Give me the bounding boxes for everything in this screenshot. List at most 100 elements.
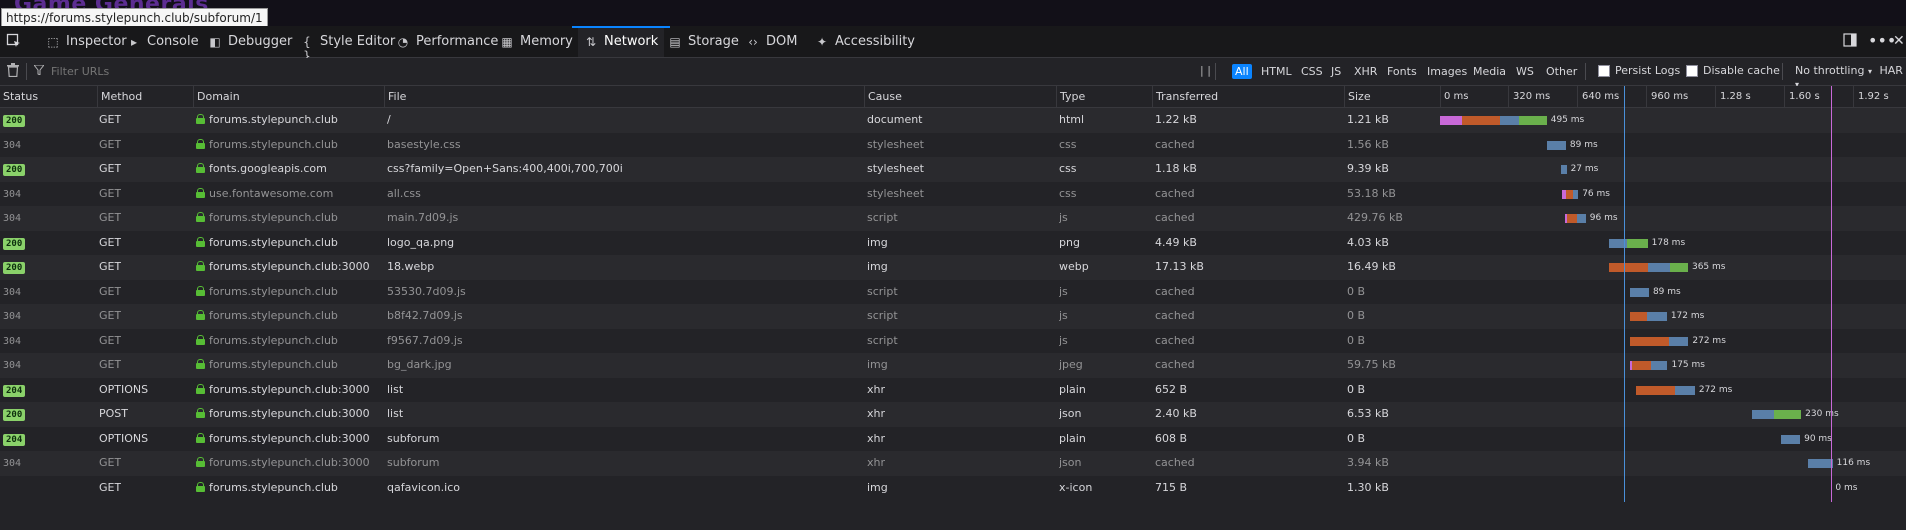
timing-blocked	[1440, 116, 1462, 125]
tab-console[interactable]: ▸ Console	[127, 26, 199, 57]
network-icon: ⇅	[585, 34, 597, 49]
table-row[interactable]: 304 GET forums.stylepunch.club basestyle.cs…	[0, 132, 1906, 157]
checkbox-box[interactable]	[1686, 64, 1698, 77]
tab-debugger[interactable]: ◧ Debugger	[208, 26, 292, 57]
timeline-tick-label: 0 ms	[1444, 91, 1469, 102]
column-domain[interactable]: Domain	[193, 86, 385, 107]
tab-style-editor[interactable]: { } Style Editor	[300, 26, 395, 63]
timeline-tick-line	[1784, 86, 1785, 107]
timing-wait	[1647, 312, 1667, 321]
duration-label: 89 ms	[1652, 286, 1681, 297]
table-row[interactable]: 304 GET forums.stylepunch.club main.7d09.js…	[0, 206, 1906, 231]
table-row[interactable]: 304 GET forums.stylepunch.club bg_dark.jpg i…	[0, 353, 1906, 378]
filter-ws[interactable]: WS	[1513, 64, 1537, 79]
column-type[interactable]: Type	[1056, 86, 1153, 107]
timing-connect	[1609, 263, 1649, 272]
filter-images[interactable]: Images	[1424, 64, 1470, 79]
filter-other[interactable]: Other	[1543, 64, 1580, 79]
table-row[interactable]: 200 GET fonts.googleapis.com css?family=Ope…	[0, 157, 1906, 182]
tab-dom[interactable]: ‹› DOM	[746, 26, 797, 57]
close-devtools-icon[interactable]: ✕	[1893, 33, 1905, 49]
timeline-tick-line	[1577, 86, 1578, 107]
timeline-tick-label: 640 ms	[1582, 91, 1620, 102]
tab-label: Accessibility	[835, 34, 915, 49]
persist-logs-checkbox[interactable]: Persist Logs	[1598, 64, 1680, 77]
timing-wait	[1629, 287, 1649, 297]
timing-receive	[1669, 263, 1688, 272]
tab-accessibility[interactable]: ✦ Accessibility	[815, 26, 915, 57]
pause-recording-button[interactable]: | |	[1200, 64, 1211, 77]
toolbar-separator	[1782, 63, 1783, 80]
column-size[interactable]: Size	[1344, 86, 1441, 107]
filter-box[interactable]	[32, 58, 353, 85]
table-row[interactable]: 304 GET forums.stylepunch.club f9567.7d09.j…	[0, 328, 1906, 353]
tab-storage[interactable]: ▤ Storage	[668, 26, 739, 57]
filter-fonts[interactable]: Fonts	[1384, 64, 1420, 79]
timing-connect	[1567, 214, 1578, 223]
duration-label: 90 ms	[1804, 433, 1832, 444]
duration-label: 96 ms	[1589, 213, 1618, 223]
waterfall-bar: 96 ms	[0, 206, 1906, 231]
filter-urls-input[interactable]	[49, 64, 353, 79]
dock-side-icon[interactable]	[1843, 33, 1857, 51]
filter-xhr[interactable]: XHR	[1351, 64, 1380, 79]
tab-network[interactable]: ⇅ Network	[571, 26, 671, 57]
tab-performance[interactable]: ◔ Performance	[396, 26, 499, 57]
disable-cache-checkbox[interactable]: Disable cache	[1686, 64, 1780, 77]
column-transferred[interactable]: Transferred	[1152, 86, 1345, 107]
accessibility-icon: ✦	[816, 34, 828, 49]
chevron-down-icon: ▾	[1867, 67, 1872, 76]
persist-logs-label: Persist Logs	[1615, 64, 1681, 77]
table-row[interactable]: 304 GET forums.stylepunch.club b8f42.7d09.j…	[0, 304, 1906, 329]
table-row[interactable]: 200 GET forums.stylepunch.club:3000 18.webp…	[0, 255, 1906, 280]
column-file[interactable]: File	[384, 86, 865, 107]
timeline-tick-label: 1.92 s	[1858, 91, 1889, 102]
table-row[interactable]: 304 GET forums.stylepunch.club 53530.7d09.j…	[0, 279, 1906, 305]
column-cause[interactable]: Cause	[864, 86, 1057, 107]
table-row[interactable]: 304 GET use.fontawesome.com all.css styleshe…	[0, 181, 1906, 207]
tab-label: Performance	[416, 34, 499, 49]
dom-icon: ‹›	[748, 34, 758, 49]
timing-wait	[1560, 165, 1567, 174]
table-row[interactable]: 204 OPTIONS forums.stylepunch.club:3000 sub…	[0, 426, 1906, 451]
table-row[interactable]: 200 GET forums.stylepunch.club logo_qa.png i…	[0, 230, 1906, 256]
dom-content-loaded-marker	[1624, 86, 1626, 502]
waterfall-bar: 89 ms	[0, 280, 1906, 305]
table-row[interactable]: 304 GET forums.stylepunch.club:3000 subforu…	[0, 451, 1906, 476]
element-picker-icon[interactable]	[6, 33, 22, 49]
clear-requests-icon[interactable]	[7, 63, 19, 81]
waterfall-bar: 175 ms	[0, 353, 1906, 378]
duration-label: 272 ms	[1698, 384, 1733, 395]
storage-icon: ▤	[669, 34, 681, 49]
waterfall-bar: 178 ms	[0, 231, 1906, 256]
table-row[interactable]: 204 OPTIONS forums.stylepunch.club:3000 lis…	[0, 377, 1906, 402]
url-tooltip: https://forums.stylepunch.club/subforum/…	[1, 8, 268, 26]
tab-label: DOM	[766, 34, 798, 49]
timeline-tick-label: 960 ms	[1651, 91, 1689, 102]
table-row[interactable]: 200 POST forums.stylepunch.club:3000 list xh…	[0, 402, 1906, 427]
timing-wait	[1780, 434, 1801, 444]
timeline-tick-line	[1715, 86, 1716, 107]
duration-label: 27 ms	[1570, 164, 1599, 174]
inspector-icon: ⬚	[47, 34, 59, 49]
table-row[interactable]: GET forums.stylepunch.club qafavicon.ico im…	[0, 475, 1906, 500]
throttling-value: No throttling	[1795, 64, 1865, 77]
filter-media[interactable]: Media	[1470, 64, 1509, 79]
filter-html[interactable]: HTML	[1258, 64, 1295, 79]
timeline-tick-line	[1646, 86, 1647, 107]
duration-label: 0 ms	[1835, 482, 1858, 493]
filter-js[interactable]: JS	[1328, 64, 1344, 79]
waterfall-bar: 76 ms	[0, 182, 1906, 207]
tab-memory[interactable]: ▦ Memory	[500, 26, 573, 57]
timing-wait	[1546, 140, 1566, 150]
filter-all[interactable]: All	[1232, 64, 1252, 79]
console-icon: ▸	[130, 34, 138, 49]
filter-css[interactable]: CSS	[1298, 64, 1326, 79]
har-menu[interactable]: HAR	[1879, 64, 1902, 77]
network-toolbar: | | All HTMLCSSJS XHR Fonts ImagesMedia WS Oth…	[0, 58, 1906, 89]
column-status[interactable]: Status	[0, 86, 97, 107]
tab-inspector[interactable]: ⬚ Inspector	[46, 26, 126, 57]
table-row[interactable]: 200 GET forums.stylepunch.club / document htm…	[0, 108, 1906, 133]
checkbox-box[interactable]	[1598, 64, 1610, 77]
column-method[interactable]: Method	[97, 86, 194, 107]
